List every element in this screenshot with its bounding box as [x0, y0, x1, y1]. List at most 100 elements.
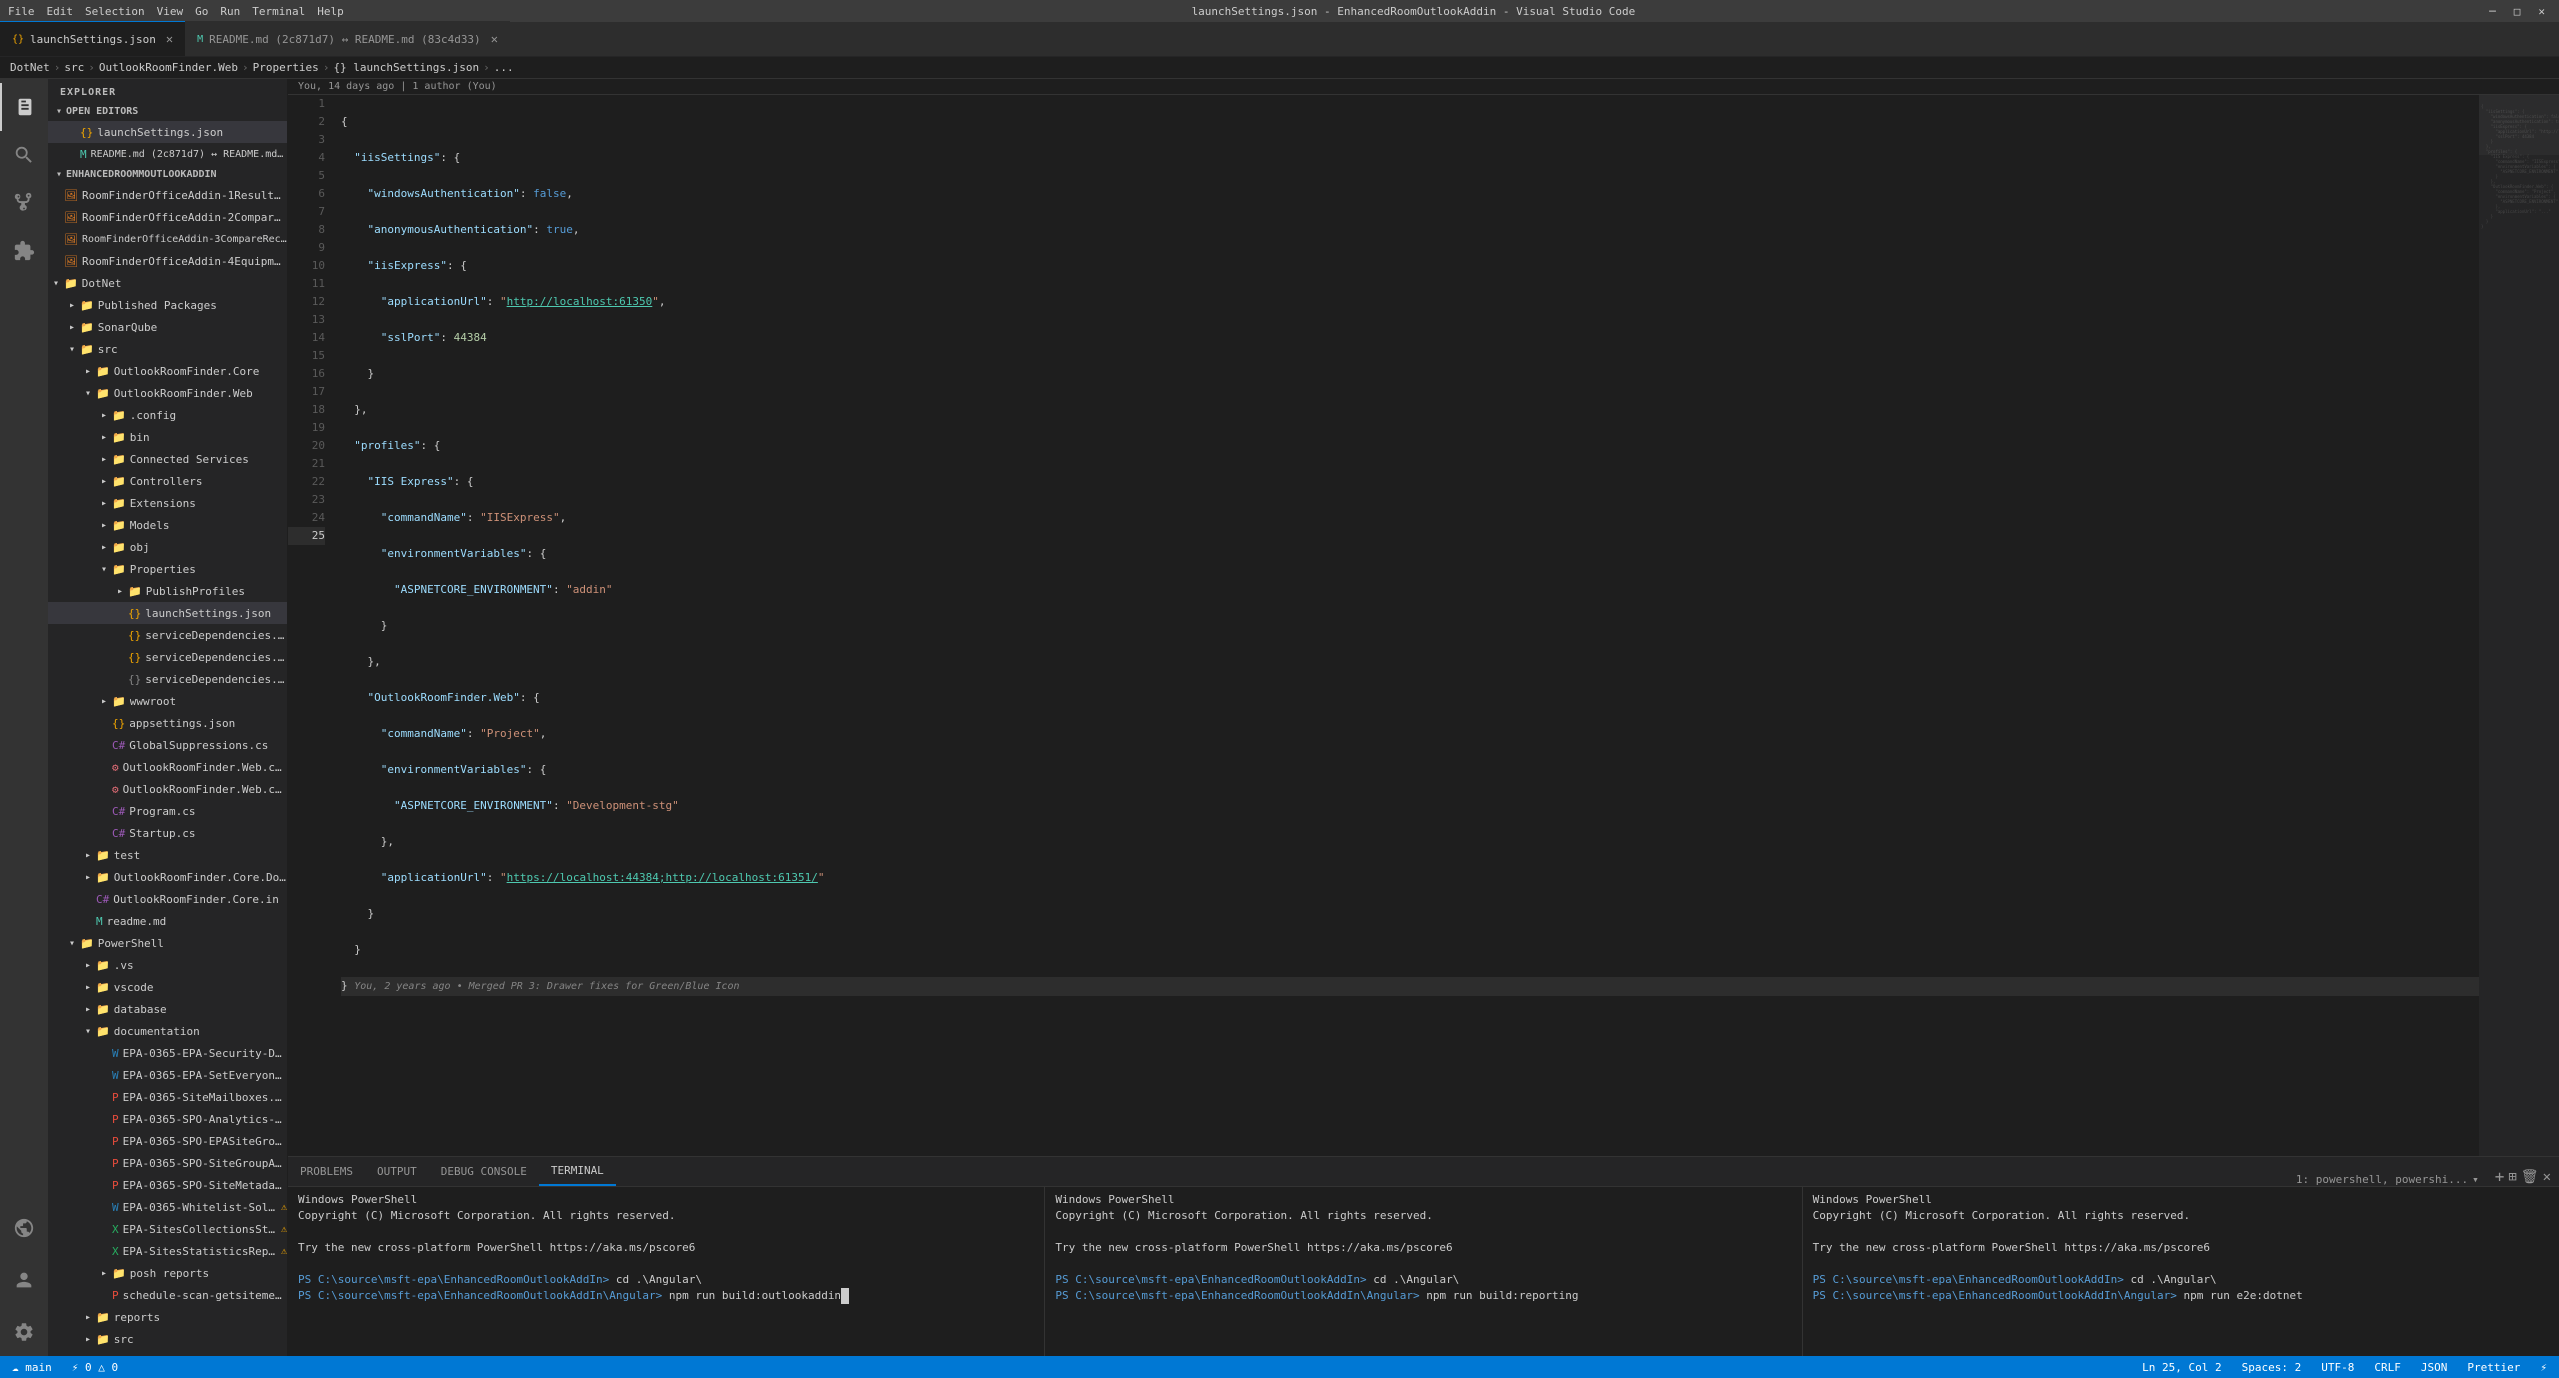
terminal-pane-3[interactable]: Windows PowerShell Copyright (C) Microso…: [1803, 1187, 2559, 1356]
code-editor[interactable]: 1 2 3 4 5 6 7 8 9 10 11 12 13 14: [288, 95, 2479, 1156]
menu-edit[interactable]: Edit: [47, 5, 74, 18]
tab-close-readme-diff[interactable]: ✕: [491, 32, 498, 46]
titlebar-menu-items[interactable]: File Edit Selection View Go Run Terminal…: [8, 5, 344, 18]
close-panel-button[interactable]: ✕: [2543, 1169, 2551, 1185]
open-editor-launch-settings[interactable]: {} launchSettings.json: [48, 121, 287, 143]
sidebar-item-epa-analytics[interactable]: P EPA-0365-SPO-Analytics-Usage-Guide.pdf: [48, 1108, 287, 1130]
breadcrumb-launch[interactable]: {} launchSettings.json: [333, 61, 479, 74]
sidebar-item-schedule-scan[interactable]: P schedule-scan-getsitemetadata.pdf: [48, 1284, 287, 1306]
sidebar-item-vs[interactable]: ▸ 📁 .vs: [48, 954, 287, 976]
sidebar-item-src-top[interactable]: ▸ 📁 Published Packages: [48, 294, 287, 316]
sidebar-item-bin[interactable]: ▸ 📁 bin: [48, 426, 287, 448]
activity-extensions[interactable]: [0, 227, 48, 275]
open-editor-readme-diff[interactable]: M README.md (2c871d7) ↔ README.md (83c4d…: [48, 143, 287, 165]
sidebar-item-documentation[interactable]: ▾ 📁 documentation: [48, 1020, 287, 1042]
sidebar-item-epa-stats[interactable]: X EPA-SitesStatisticsReport_10_28_2014.x…: [48, 1240, 287, 1262]
sidebar-item-csproj-user[interactable]: ⚙ OutlookRoomFinder.Web.csproj.user: [48, 778, 287, 800]
terminal-pane-2[interactable]: Windows PowerShell Copyright (C) Microso…: [1045, 1187, 1802, 1356]
sidebar-item-epa-sitegroup2[interactable]: P EPA-0365-SPO-SiteGroupAssociation.pdf: [48, 1152, 287, 1174]
sidebar-section-open-editors[interactable]: ▾ OPEN EDITORS: [48, 102, 287, 121]
status-errors[interactable]: ⚡ 0 △ 0: [68, 1361, 122, 1374]
sidebar-item-service-dep-local-user[interactable]: {} serviceDependencies.local.json.user: [48, 668, 287, 690]
activity-settings[interactable]: [0, 1308, 48, 1356]
sidebar-item-service-dep[interactable]: {} serviceDependencies.json: [48, 624, 287, 646]
sidebar-item-dotnet[interactable]: ▾ 📁 DotNet: [48, 272, 287, 294]
sidebar-item-posh-reports[interactable]: ▸ 📁 posh reports: [48, 1262, 287, 1284]
sidebar-item-launch-settings[interactable]: {} launchSettings.json: [48, 602, 287, 624]
panel-tab-output[interactable]: OUTPUT: [365, 1156, 429, 1186]
sidebar-item-database[interactable]: ▸ 📁 database: [48, 998, 287, 1020]
sidebar-item-config[interactable]: ▸ 📁 .config: [48, 404, 287, 426]
sidebar-item-src[interactable]: ▾ 📁 src: [48, 338, 287, 360]
breadcrumb-src[interactable]: src: [64, 61, 84, 74]
sidebar-item-wwwroot[interactable]: ▸ 📁 wwwroot: [48, 690, 287, 712]
sidebar-item-service-dep-local[interactable]: {} serviceDependencies.local.json: [48, 646, 287, 668]
sidebar-item-epa-collections[interactable]: X EPA-SitesCollectionsStatisticsReport.x…: [48, 1218, 287, 1240]
sidebar-item-epa-mailboxes[interactable]: P EPA-0365-SiteMailboxes.pdf: [48, 1086, 287, 1108]
sidebar-item-epa-sitegroup[interactable]: P EPA-0365-SPO-EPASiteGroupAssociation.p…: [48, 1130, 287, 1152]
sidebar-item-epa-security-guide[interactable]: W EPA-0365-EPA-Security-Deployment-Guide…: [48, 1042, 287, 1064]
breadcrumb-dotnet[interactable]: DotNet: [10, 61, 50, 74]
activity-accounts[interactable]: [0, 1256, 48, 1304]
menu-go[interactable]: Go: [195, 5, 208, 18]
activity-explorer[interactable]: [0, 83, 48, 131]
menu-run[interactable]: Run: [220, 5, 240, 18]
sidebar-item-connected-services[interactable]: ▸ 📁 Connected Services: [48, 448, 287, 470]
tab-close-launch-settings[interactable]: ✕: [166, 32, 173, 46]
sidebar-item-vscode[interactable]: ▸ 📁 vscode: [48, 976, 287, 998]
panel-tab-debug-console[interactable]: DEBUG CONSOLE: [429, 1156, 539, 1186]
list-item[interactable]: 🖼 RoomFinderOfficeAddin-1Results.png: [48, 184, 287, 206]
sidebar-item-appsettings[interactable]: {} appsettings.json: [48, 712, 287, 734]
sidebar-item-extensions[interactable]: ▸ 📁 Extensions: [48, 492, 287, 514]
add-terminal-button[interactable]: +: [2495, 1167, 2505, 1186]
sidebar-item-core-in[interactable]: C# OutlookRoomFinder.Core.in: [48, 888, 287, 910]
sidebar-item-program[interactable]: C# Program.cs: [48, 800, 287, 822]
sidebar-item-epa-whitelist[interactable]: W EPA-0365-Whitelist-Solution-Desgind.do…: [48, 1196, 287, 1218]
menu-file[interactable]: File: [8, 5, 35, 18]
tab-launch-settings[interactable]: {} launchSettings.json ✕: [0, 21, 185, 56]
sidebar-item-publish-profiles[interactable]: ▸ 📁 PublishProfiles: [48, 580, 287, 602]
sidebar-item-test[interactable]: ▸ 📁 test: [48, 844, 287, 866]
status-git-branch[interactable]: ☁ main: [8, 1361, 56, 1374]
status-encoding[interactable]: UTF-8: [2317, 1361, 2358, 1374]
breadcrumb-web[interactable]: OutlookRoomFinder.Web: [99, 61, 238, 74]
code-content[interactable]: { "iisSettings": { "windowsAuthenticatio…: [333, 95, 2479, 1156]
sidebar-item-properties[interactable]: ▾ 📁 Properties: [48, 558, 287, 580]
status-language[interactable]: JSON: [2417, 1361, 2452, 1374]
panel-tab-problems[interactable]: PROBLEMS: [288, 1156, 365, 1186]
activity-search[interactable]: [0, 131, 48, 179]
status-notifications[interactable]: ⚡: [2536, 1361, 2551, 1374]
sidebar-item-obj[interactable]: ▸ 📁 obj: [48, 536, 287, 558]
terminal-pane-1[interactable]: Windows PowerShell Copyright (C) Microso…: [288, 1187, 1045, 1356]
sidebar-item-controllers[interactable]: ▸ 📁 Controllers: [48, 470, 287, 492]
sidebar-item-powershell[interactable]: ▾ 📁 PowerShell: [48, 932, 287, 954]
split-terminal-button[interactable]: ⊞: [2508, 1169, 2516, 1185]
activity-git[interactable]: [0, 179, 48, 227]
sidebar-item-reports[interactable]: ▸ 📁 reports: [48, 1306, 287, 1328]
menu-terminal[interactable]: Terminal: [252, 5, 305, 18]
sidebar-section-project[interactable]: ▾ ENHANCEDROOMMOUTLOOKADDIN: [48, 165, 287, 184]
breadcrumb-properties[interactable]: Properties: [253, 61, 319, 74]
list-item[interactable]: 🖼 RoomFinderOfficeAddin-3CompareRecurren…: [48, 228, 287, 250]
tab-readme-diff[interactable]: M README.md (2c871d7) ↔ README.md (83c4d…: [185, 21, 510, 56]
sidebar-item-web[interactable]: ▾ 📁 OutlookRoomFinder.Web: [48, 382, 287, 404]
maximize-button[interactable]: □: [2508, 5, 2527, 18]
sidebar-item-epa-seteveryone[interactable]: W EPA-0365-EPA-SetEveryone-Deployment-Gu…: [48, 1064, 287, 1086]
panel-tab-terminal[interactable]: TERMINAL: [539, 1156, 616, 1186]
sidebar-item-csproj[interactable]: ⚙ OutlookRoomFinder.Web.csproj: [48, 756, 287, 778]
list-item[interactable]: 🖼 RoomFinderOfficeAddin-4Equipment.png: [48, 250, 287, 272]
terminal-title-dropdown[interactable]: 1: powershell, powershi... ▾: [2288, 1173, 2487, 1186]
status-eol[interactable]: CRLF: [2370, 1361, 2405, 1374]
activity-remote[interactable]: [0, 1204, 48, 1252]
status-formatter[interactable]: Prettier: [2463, 1361, 2524, 1374]
breadcrumb-ellipsis[interactable]: ...: [494, 61, 514, 74]
close-button[interactable]: ✕: [2532, 5, 2551, 18]
sidebar-item-global-suppressions[interactable]: C# GlobalSuppressions.cs: [48, 734, 287, 756]
minimize-button[interactable]: ─: [2483, 5, 2502, 18]
sidebar-item-readme-dotnet[interactable]: M readme.md: [48, 910, 287, 932]
sidebar-item-core[interactable]: ▸ 📁 OutlookRoomFinder.Core: [48, 360, 287, 382]
list-item[interactable]: 🖼 RoomFinderOfficeAddin-2Compare.png: [48, 206, 287, 228]
menu-selection[interactable]: Selection: [85, 5, 145, 18]
sidebar-item-dotset[interactable]: ▸ 📁 OutlookRoomFinder.Core.DotSetings: [48, 866, 287, 888]
sidebar-item-startup[interactable]: C# Startup.cs: [48, 822, 287, 844]
